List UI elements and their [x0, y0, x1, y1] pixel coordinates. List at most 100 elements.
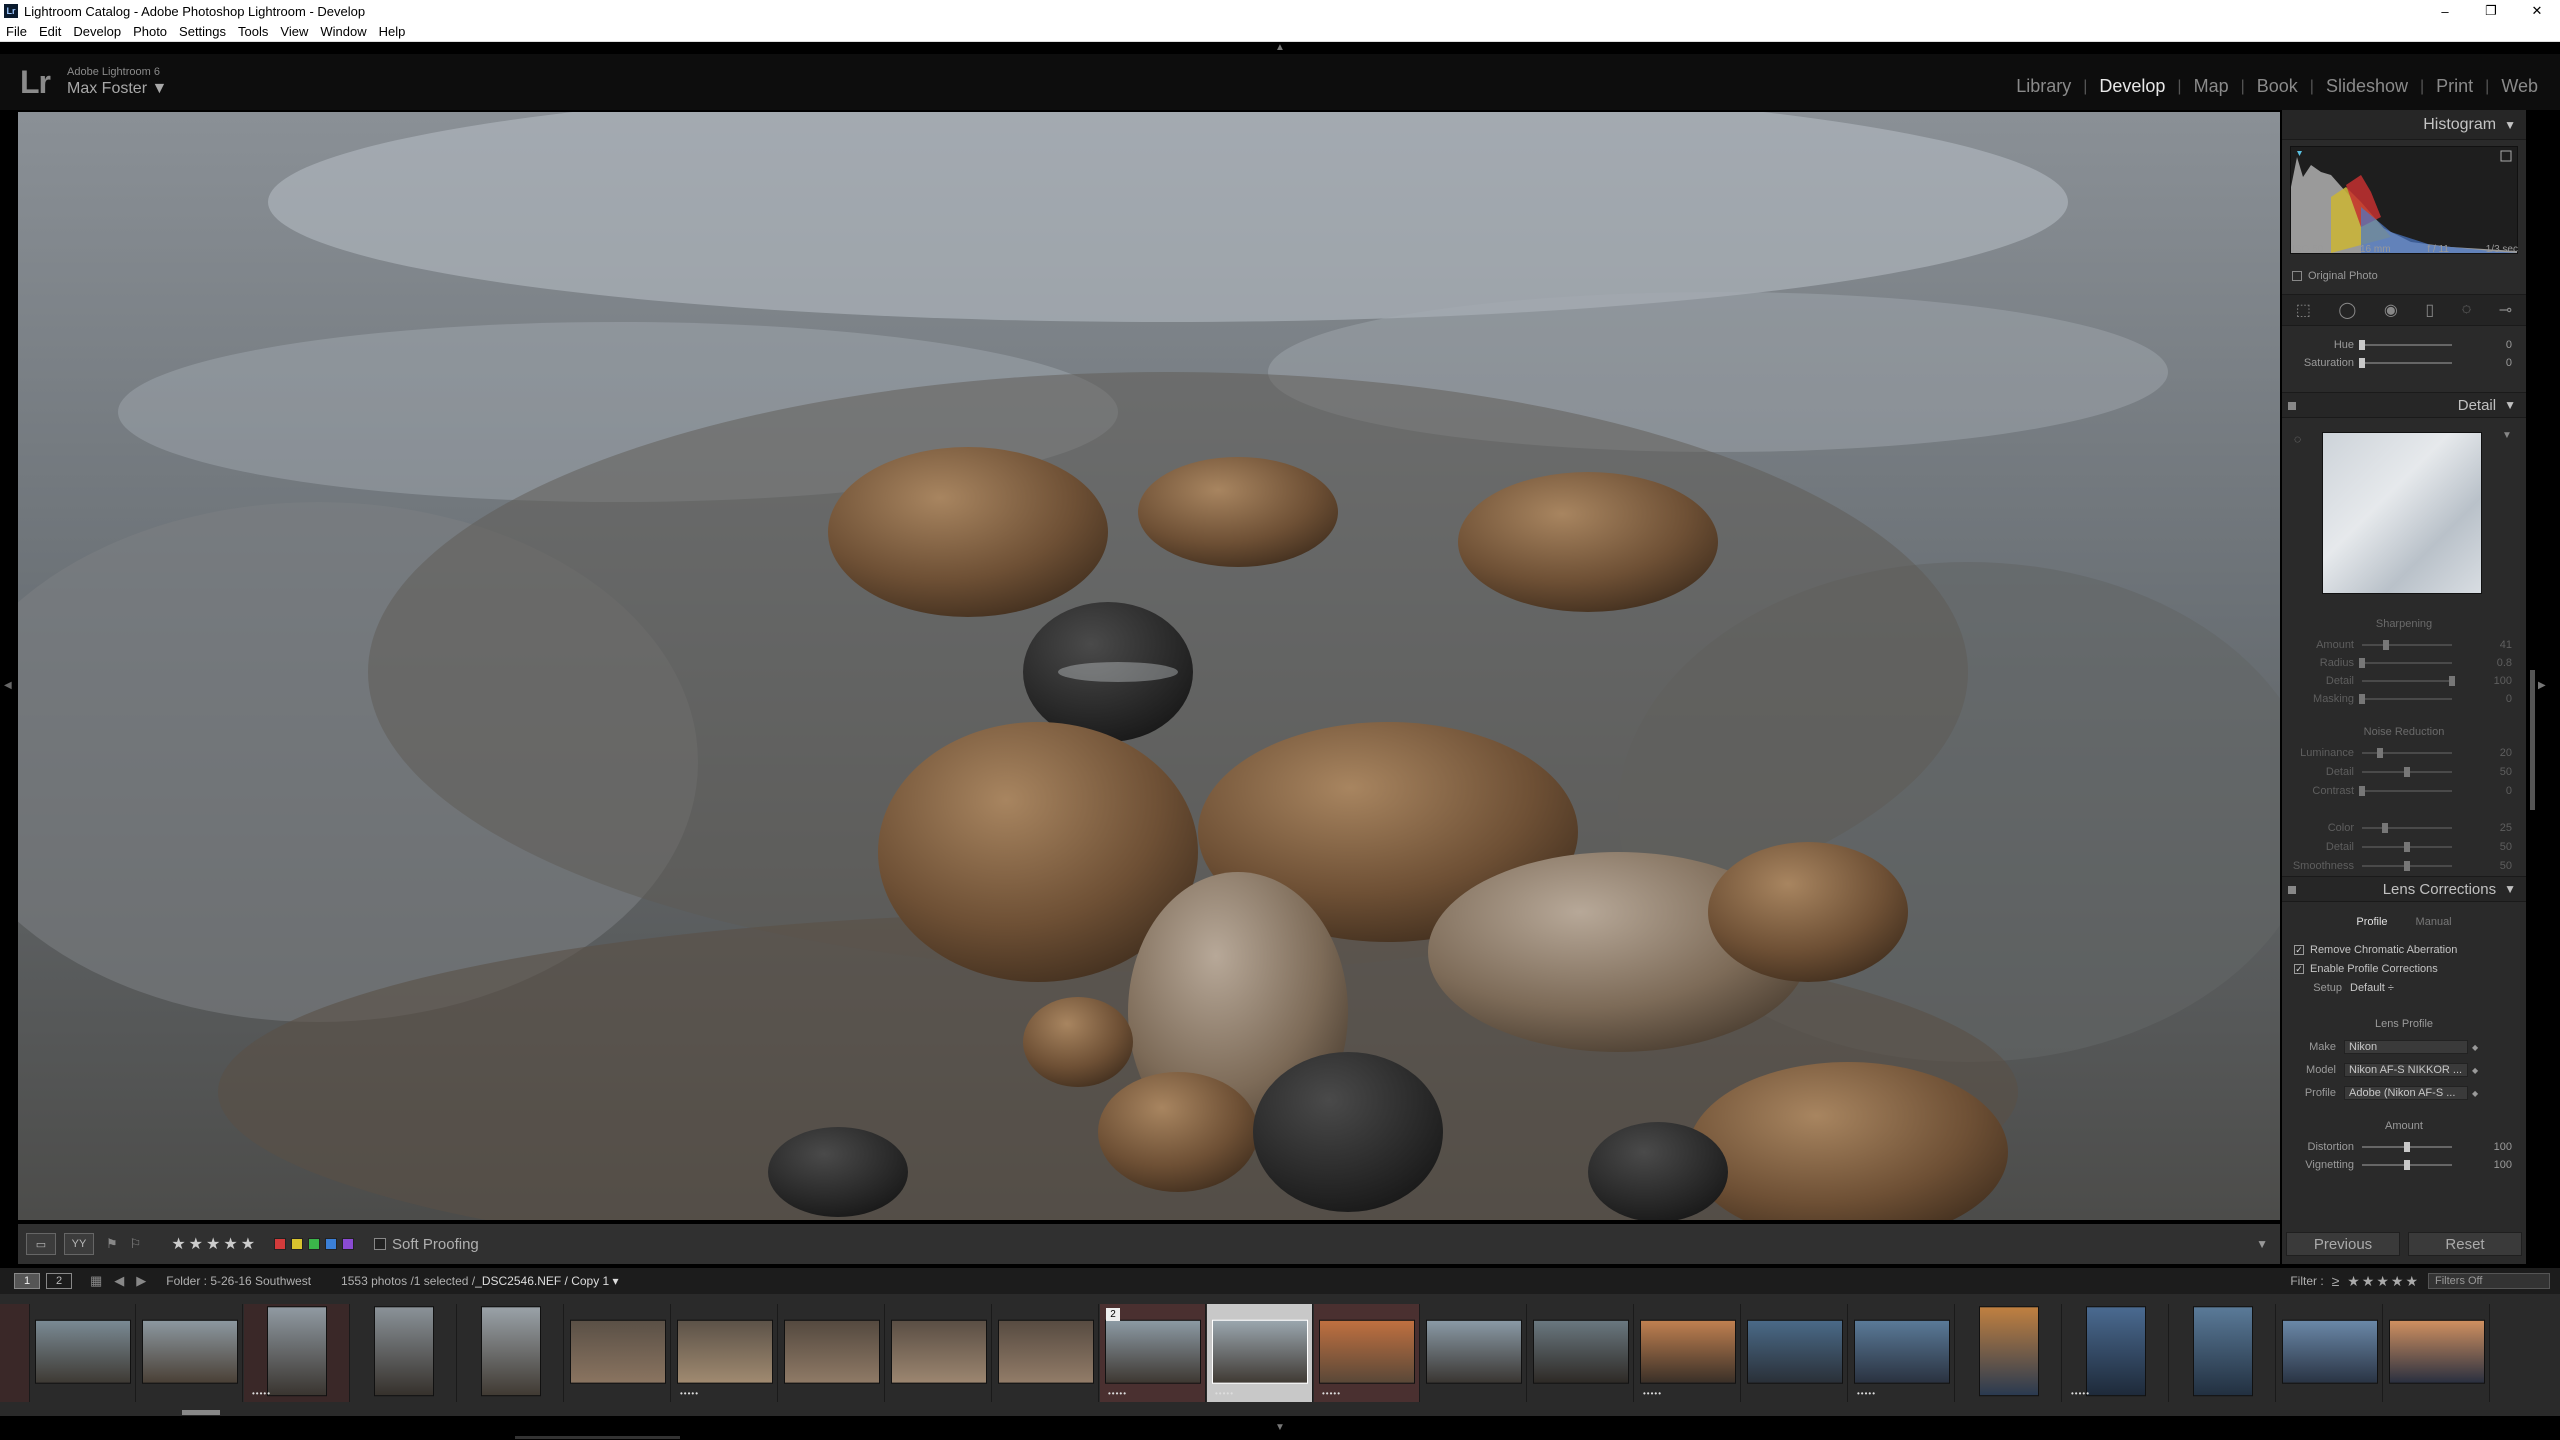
distortion-slider[interactable]: Distortion 100 — [2282, 1138, 2526, 1156]
slider-knob[interactable] — [2404, 842, 2410, 852]
slider-knob[interactable] — [2404, 767, 2410, 777]
rating-stars[interactable]: ★★★★★ — [171, 1234, 258, 1254]
filmstrip-thumbnail[interactable] — [351, 1304, 457, 1402]
spot-removal-icon[interactable]: ◯ — [2338, 300, 2356, 320]
tab-profile[interactable]: Profile — [2342, 914, 2401, 934]
tab-manual[interactable]: Manual — [2402, 914, 2466, 934]
selected-filename[interactable]: _DSC2546.NEF / Copy 1 ▾ — [475, 1274, 618, 1288]
original-photo-checkbox[interactable] — [2292, 271, 2302, 281]
module-develop[interactable]: Develop — [2087, 76, 2177, 97]
color-label-green[interactable] — [308, 1238, 321, 1250]
menu-window[interactable]: Window — [314, 24, 372, 39]
filmstrip-thumbnail[interactable]: ••••• — [672, 1304, 778, 1402]
original-photo-toggle[interactable]: Original Photo — [2292, 270, 2378, 282]
color-label-yellow[interactable] — [291, 1238, 304, 1250]
remove-ca-row[interactable]: ✓ Remove Chromatic Aberration — [2294, 944, 2457, 956]
grid-view-icon[interactable]: ▦ — [90, 1273, 102, 1289]
module-slideshow[interactable]: Slideshow — [2314, 76, 2420, 97]
histogram-header[interactable]: Histogram ▼ — [2282, 110, 2526, 140]
filmstrip-thumbnail[interactable] — [1528, 1304, 1634, 1402]
color-label-blue[interactable] — [325, 1238, 338, 1250]
filter-select[interactable]: Filters Off — [2428, 1273, 2550, 1289]
right-panel-toggle[interactable]: ▶ — [2538, 680, 2546, 691]
slider-track[interactable] — [2362, 1142, 2452, 1152]
right-panel-scrollbar[interactable] — [2530, 670, 2535, 810]
lens-corrections-switch[interactable] — [2288, 886, 2296, 894]
filmstrip-thumbnail[interactable] — [458, 1304, 564, 1402]
left-panel-toggle[interactable]: ◀ — [0, 110, 18, 1220]
module-print[interactable]: Print — [2424, 76, 2485, 97]
sharp-slider-radius[interactable]: Radius 0.8 — [2282, 654, 2526, 672]
red-eye-icon[interactable]: ◉ — [2384, 300, 2398, 320]
filter-rating[interactable]: ≥ ★★★★★ — [2332, 1273, 2420, 1290]
user-name[interactable]: Max Foster ▼ — [67, 80, 167, 98]
profile-dropdown-icon[interactable]: ◆ — [2472, 1089, 2482, 1098]
menu-tools[interactable]: Tools — [232, 24, 274, 39]
loupe-view-button[interactable]: ▭ — [26, 1233, 56, 1255]
color-label-red[interactable] — [274, 1238, 287, 1250]
filmstrip-thumbnail[interactable] — [0, 1304, 30, 1402]
filmstrip-thumbnail[interactable]: ••••• 2 — [1100, 1304, 1206, 1402]
make-dropdown-icon[interactable]: ◆ — [2472, 1043, 2482, 1052]
saturation-slider[interactable]: Saturation 0 — [2282, 354, 2526, 372]
filmstrip-thumbnail[interactable] — [565, 1304, 671, 1402]
module-book[interactable]: Book — [2245, 76, 2310, 97]
top-panel-toggle[interactable]: ▲ — [0, 42, 2560, 54]
filmstrip-thumbnail[interactable] — [137, 1304, 243, 1402]
folder-source[interactable]: Folder : 5-26-16 Southwest — [166, 1274, 311, 1288]
detail-preview[interactable] — [2322, 432, 2482, 594]
filmstrip-thumbnail[interactable] — [779, 1304, 885, 1402]
detail-switch[interactable] — [2288, 402, 2296, 410]
slider-knob[interactable] — [2449, 676, 2455, 686]
graduated-filter-icon[interactable]: ▯ — [2425, 300, 2434, 320]
menu-file[interactable]: File — [0, 24, 33, 39]
previous-button[interactable]: Previous — [2286, 1232, 2400, 1256]
slider-knob[interactable] — [2359, 358, 2365, 368]
setup-select[interactable]: Default ÷ — [2350, 982, 2394, 994]
enable-profile-checkbox[interactable]: ✓ — [2294, 964, 2304, 974]
module-library[interactable]: Library — [2004, 76, 2083, 97]
noise-slider-detail[interactable]: Detail 50 — [2282, 838, 2526, 856]
flag-icon[interactable]: ⚑ — [106, 1236, 118, 1252]
filmstrip-scrollbar[interactable] — [182, 1410, 220, 1415]
soft-proofing-checkbox[interactable] — [374, 1238, 387, 1250]
noise-slider-color[interactable]: Color 25 — [2282, 819, 2526, 837]
filmstrip-thumbnail[interactable] — [2170, 1304, 2276, 1402]
color-label-purple[interactable] — [342, 1238, 355, 1250]
menu-develop[interactable]: Develop — [67, 24, 127, 39]
filmstrip-thumbnail[interactable] — [1956, 1304, 2062, 1402]
menu-edit[interactable]: Edit — [33, 24, 67, 39]
menu-photo[interactable]: Photo — [127, 24, 173, 39]
crop-tool-icon[interactable]: ⬚ — [2296, 300, 2311, 320]
close-button[interactable]: ✕ — [2514, 0, 2560, 22]
filmstrip-thumbnail[interactable] — [2384, 1304, 2490, 1402]
slider-knob[interactable] — [2404, 861, 2410, 871]
sharp-slider-detail[interactable]: Detail 100 — [2282, 672, 2526, 690]
filmstrip-thumbnail[interactable]: ••••• — [1314, 1304, 1420, 1402]
menu-help[interactable]: Help — [373, 24, 412, 39]
module-map[interactable]: Map — [2182, 76, 2241, 97]
filmstrip-thumbnail[interactable] — [1421, 1304, 1527, 1402]
setup-row[interactable]: Setup Default ÷ — [2282, 982, 2526, 994]
noise-slider-luminance[interactable]: Luminance 20 — [2282, 744, 2526, 762]
slider-knob[interactable] — [2404, 1142, 2410, 1152]
radial-filter-icon[interactable]: ◌ — [2462, 301, 2472, 319]
vignetting-slider[interactable]: Vignetting 100 — [2282, 1156, 2526, 1174]
sharp-slider-masking[interactable]: Masking 0 — [2282, 690, 2526, 708]
maximize-button[interactable]: ❐ — [2468, 0, 2514, 22]
noise-slider-smoothness[interactable]: Smoothness 50 — [2282, 857, 2526, 875]
slider-knob[interactable] — [2359, 658, 2365, 668]
noise-slider-contrast[interactable]: Contrast 0 — [2282, 782, 2526, 800]
make-select[interactable]: Nikon — [2344, 1040, 2468, 1054]
slider-track[interactable] — [2359, 694, 2452, 704]
filmstrip-thumbnail[interactable] — [2277, 1304, 2383, 1402]
filmstrip-thumbnail[interactable] — [1742, 1304, 1848, 1402]
enable-profile-row[interactable]: ✓ Enable Profile Corrections — [2294, 963, 2438, 975]
slider-knob[interactable] — [2359, 694, 2365, 704]
reset-button[interactable]: Reset — [2408, 1232, 2522, 1256]
slider-knob[interactable] — [2377, 748, 2383, 758]
model-dropdown-icon[interactable]: ◆ — [2472, 1066, 2482, 1075]
slider-track[interactable] — [2362, 861, 2452, 871]
adjustment-brush-icon[interactable]: ⊸ — [2499, 300, 2512, 320]
secondary-window-button[interactable]: 2 — [46, 1273, 72, 1289]
